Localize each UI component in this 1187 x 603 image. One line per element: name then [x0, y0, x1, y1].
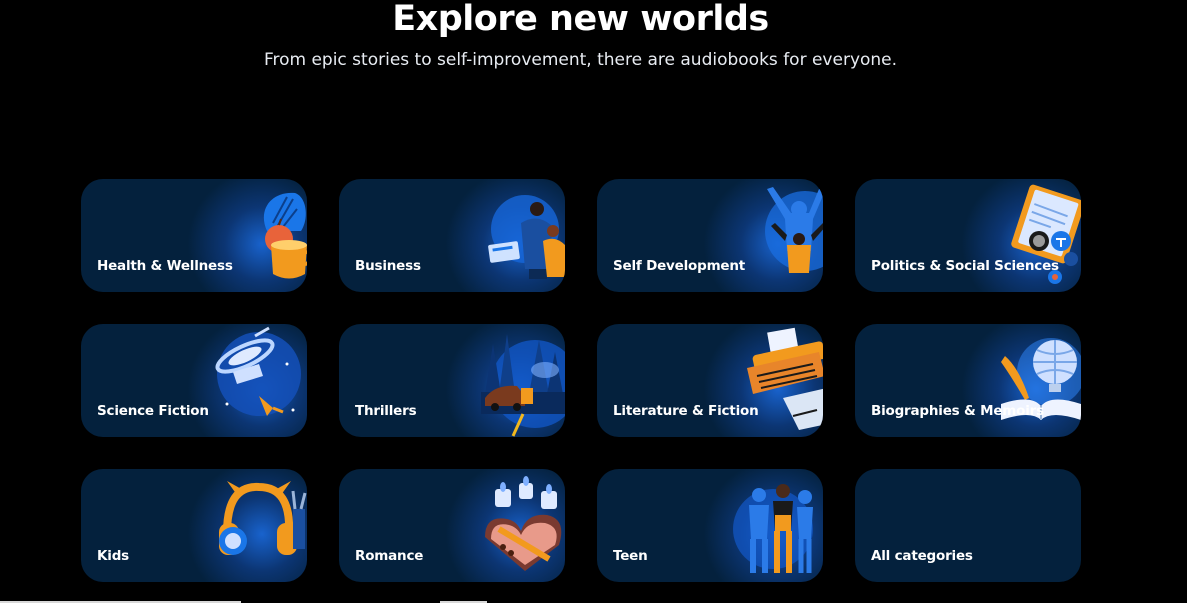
- teen-group-icon: [733, 484, 813, 573]
- category-label: Teen: [613, 548, 648, 564]
- category-label: Literature & Fiction: [613, 403, 759, 419]
- category-label: All categories: [871, 548, 973, 564]
- tea-apple-icon: [263, 192, 307, 279]
- car-forest-icon: [481, 334, 565, 437]
- category-label: Self Development: [613, 258, 746, 274]
- category-card-science-fiction[interactable]: Science Fiction: [81, 324, 307, 437]
- business-people-icon: [488, 195, 565, 279]
- clipboard-badges-icon: [1011, 184, 1081, 284]
- category-card-health-wellness[interactable]: Health & Wellness: [81, 179, 307, 292]
- category-label: Business: [355, 258, 421, 274]
- category-label: Politics & Social Sciences: [871, 258, 1059, 274]
- category-label: Kids: [97, 548, 129, 564]
- category-card-thrillers[interactable]: Thrillers: [339, 324, 565, 437]
- category-card-teen[interactable]: Teen: [597, 469, 823, 582]
- category-card-business[interactable]: Business: [339, 179, 565, 292]
- category-label: Thrillers: [355, 403, 417, 419]
- headphones-icon: [219, 481, 307, 555]
- category-card-literature-fiction[interactable]: Literature & Fiction: [597, 324, 823, 437]
- category-card-all-categories[interactable]: All categories: [855, 469, 1081, 582]
- category-label: Health & Wellness: [97, 258, 233, 274]
- page-subtitle: From epic stories to self-improvement, t…: [263, 50, 898, 70]
- category-grid: Health & Wellness Business Self Developm…: [81, 179, 1081, 582]
- page-title: Explore new worlds: [392, 0, 769, 39]
- category-label: Romance: [355, 548, 424, 564]
- category-card-politics-social-sciences[interactable]: Politics & Social Sciences: [855, 179, 1081, 292]
- category-card-biographies-memoirs[interactable]: Biographies & Memoirs: [855, 324, 1081, 437]
- candles-heart-box-icon: [485, 476, 562, 571]
- globe-quill-icon: [1001, 338, 1081, 420]
- category-label: Biographies & Memoirs: [871, 403, 1044, 419]
- category-card-self-development[interactable]: Self Development: [597, 179, 823, 292]
- typewriter-icon: [747, 327, 823, 430]
- category-card-romance[interactable]: Romance: [339, 469, 565, 582]
- category-card-kids[interactable]: Kids: [81, 469, 307, 582]
- celebrating-person-icon: [765, 187, 823, 273]
- satellite-icon: [215, 326, 301, 416]
- category-label: Science Fiction: [97, 403, 209, 419]
